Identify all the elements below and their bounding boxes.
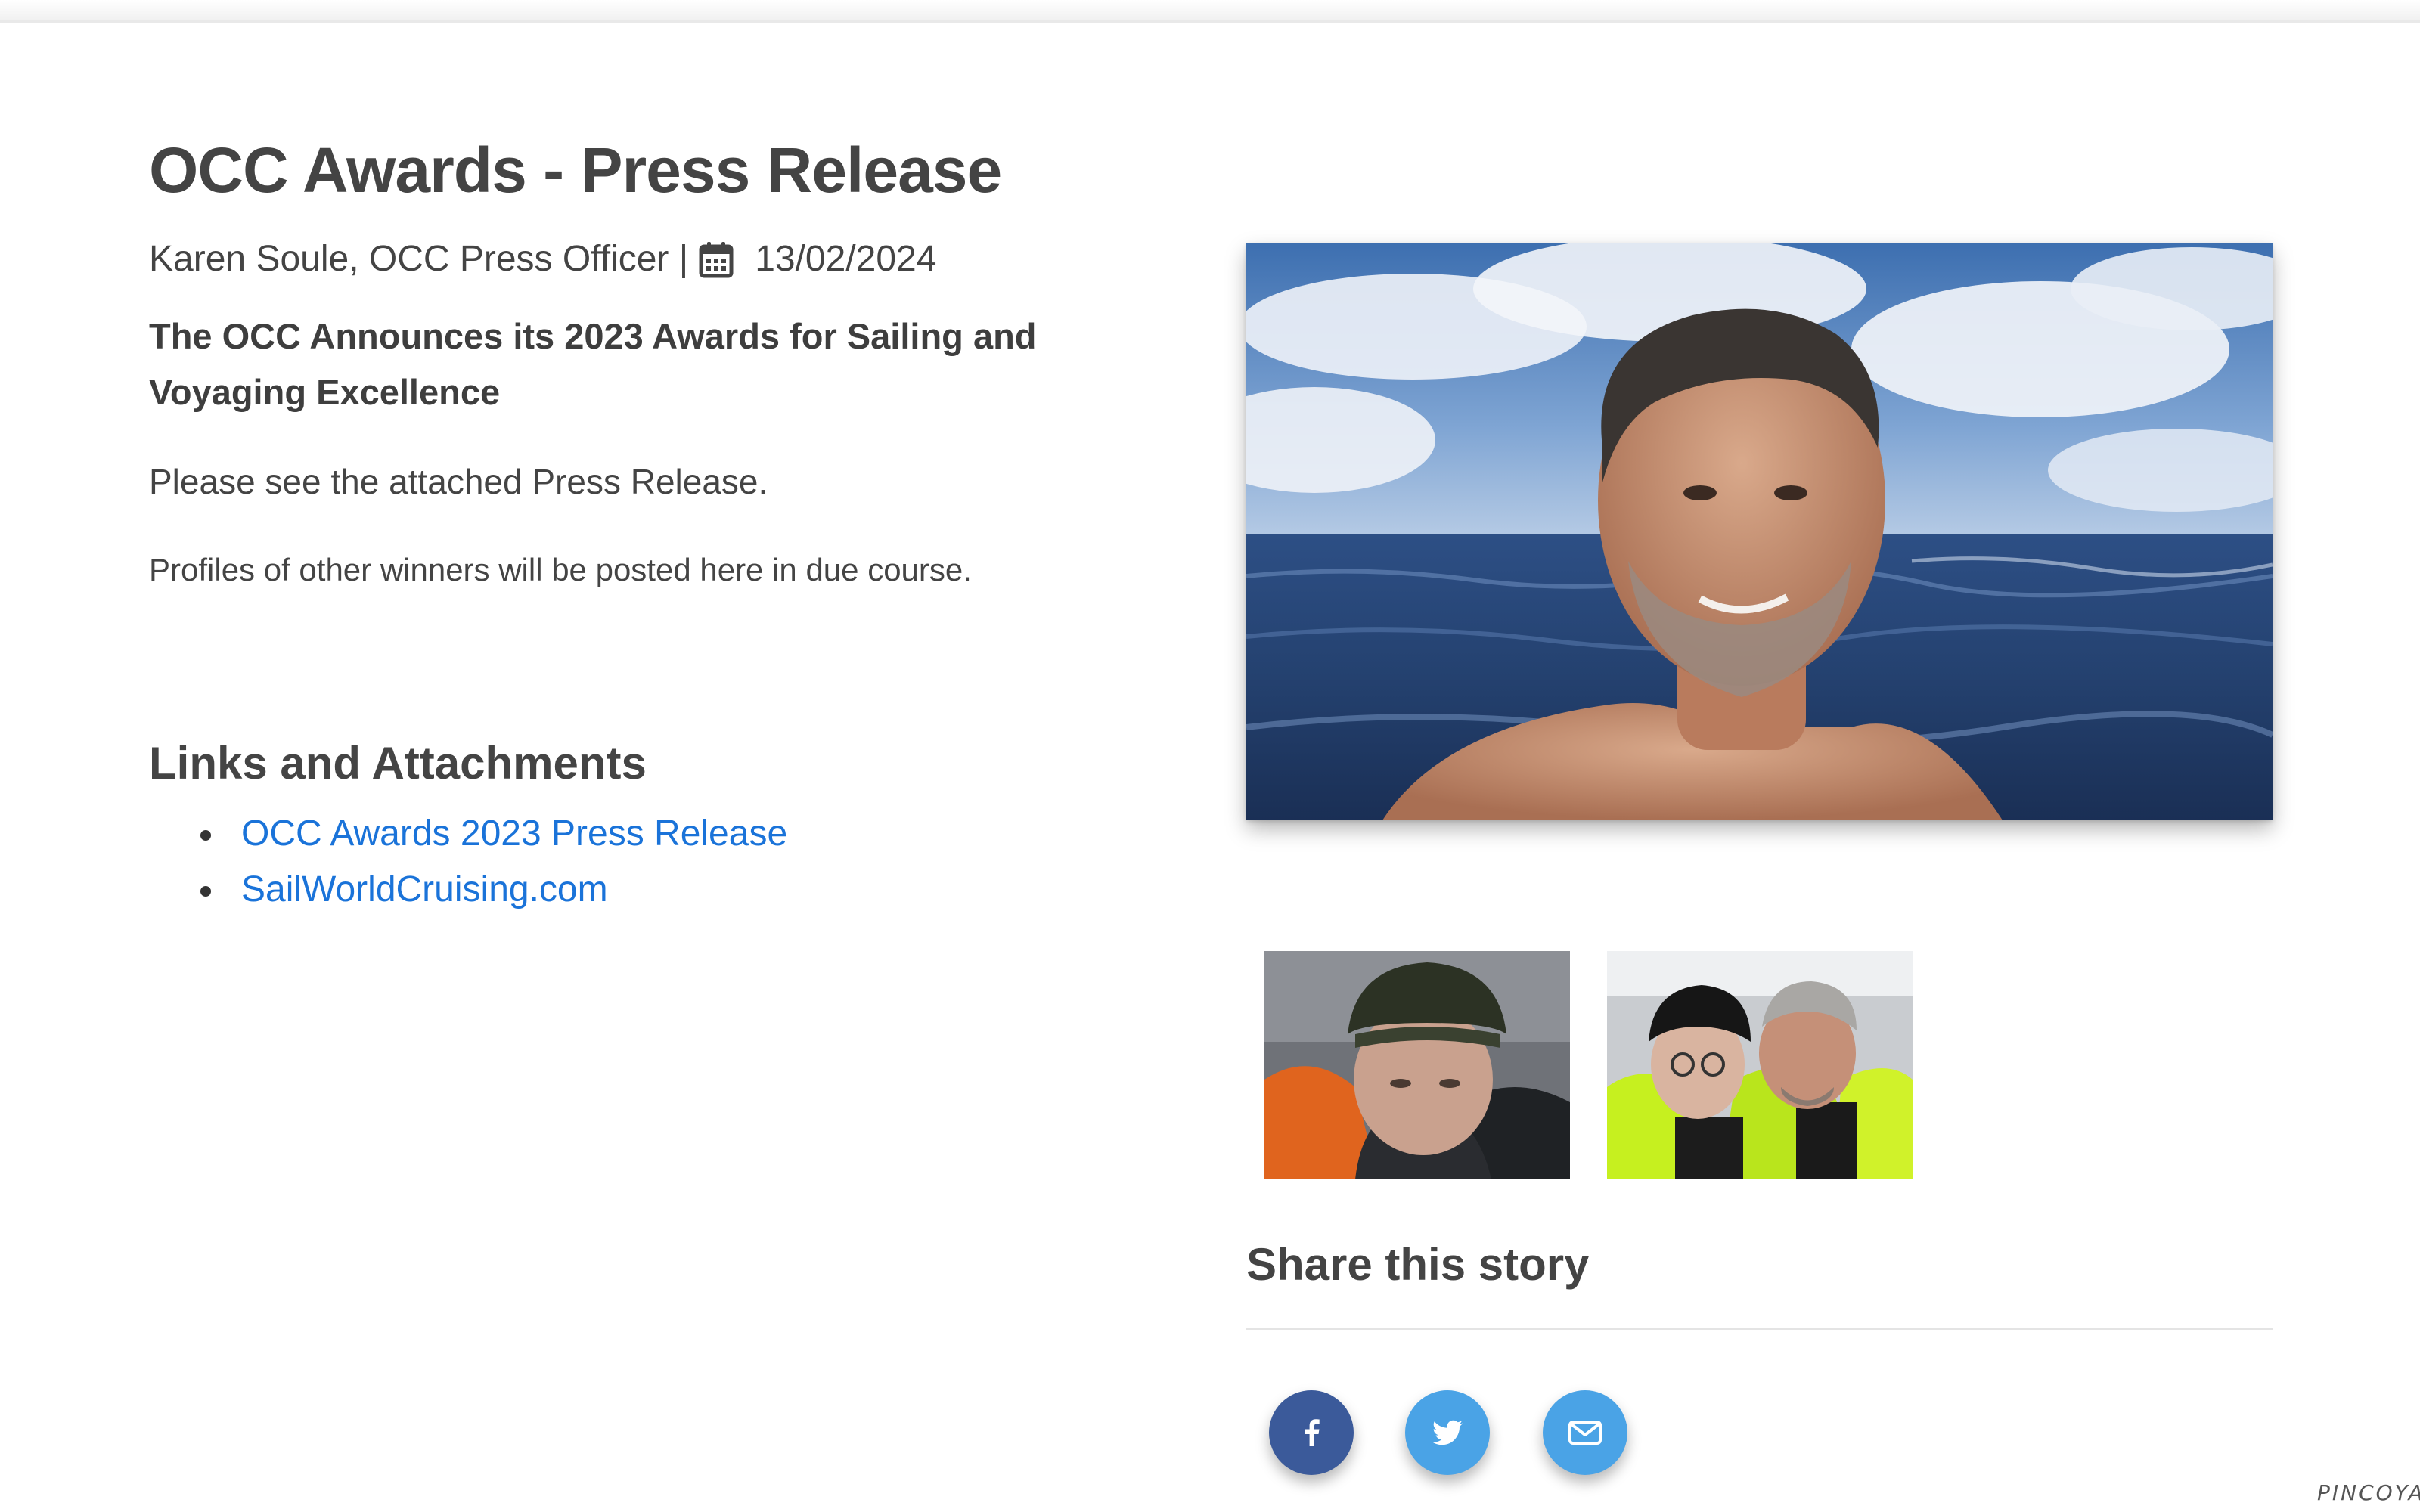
page-title: OCC Awards - Press Release: [149, 135, 1002, 206]
press-release-link[interactable]: OCC Awards 2023 Press Release: [241, 813, 787, 854]
watermark: PINCOYA: [2317, 1480, 2420, 1505]
article-paragraph: Please see the attached Press Release.: [149, 462, 768, 501]
gallery-thumbnail[interactable]: [1264, 951, 1570, 1179]
article-column: OCC Awards - Press Release Karen Soule, …: [149, 129, 1193, 918]
list-item: OCC Awards 2023 Press Release: [149, 806, 1193, 862]
gallery-thumbnail[interactable]: [1607, 951, 1913, 1179]
email-share-button[interactable]: [1543, 1390, 1627, 1475]
share-heading: Share this story: [1246, 1239, 1590, 1290]
links-heading: Links and Attachments: [149, 738, 647, 789]
twitter-icon: [1432, 1420, 1463, 1445]
article-paragraph: Profiles of other winners will be posted…: [149, 552, 972, 587]
divider: [1246, 1328, 2273, 1330]
top-bar: [0, 0, 2420, 23]
links-list: OCC Awards 2023 Press Release SailWorldC…: [149, 806, 1193, 918]
twitter-share-button[interactable]: [1405, 1390, 1490, 1475]
author: Karen Soule, OCC Press Officer |: [149, 239, 689, 279]
article-lead: The OCC Announces its 2023 Awards for Sa…: [149, 316, 1037, 412]
facebook-share-button[interactable]: [1269, 1390, 1354, 1475]
sailworldcruising-link[interactable]: SailWorldCruising.com: [241, 869, 608, 909]
facebook-icon: [1305, 1419, 1320, 1446]
byline: Karen Soule, OCC Press Officer | 13/02/2…: [149, 233, 1193, 286]
email-icon: [1568, 1421, 1602, 1445]
list-item: SailWorldCruising.com: [149, 862, 1193, 918]
calendar-icon: [699, 240, 734, 278]
publish-date: 13/02/2024: [755, 239, 937, 279]
main-photo[interactable]: [1246, 243, 2273, 820]
